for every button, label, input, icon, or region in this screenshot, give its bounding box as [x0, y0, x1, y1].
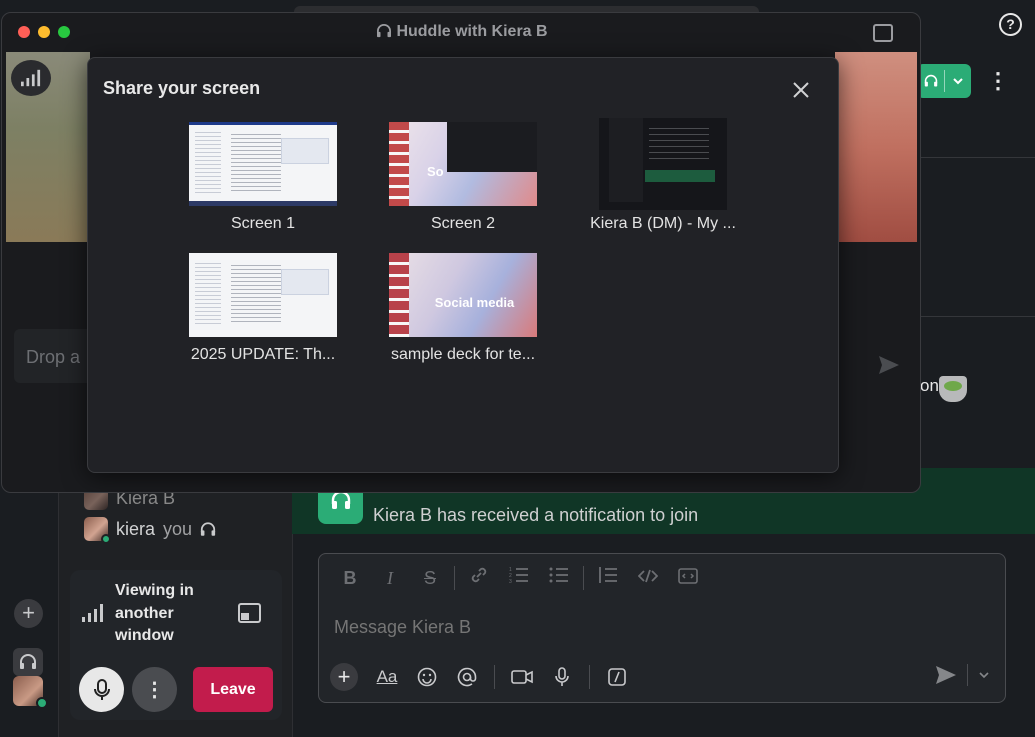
- window-thumbnail: Social media: [389, 253, 537, 337]
- source-label: Kiera B (DM) - My ...: [590, 215, 736, 232]
- avatar: [84, 517, 111, 544]
- notification-text: Kiera B has received a notification to j…: [373, 505, 699, 525]
- huddle-button[interactable]: [917, 64, 971, 98]
- picture-in-picture-icon[interactable]: [238, 603, 261, 623]
- huddle-window-title: Huddle with Kiera B: [2, 13, 920, 51]
- code-icon[interactable]: [628, 565, 668, 591]
- attach-plus-icon[interactable]: +: [330, 663, 358, 691]
- huddle-status-text: Viewing in another window: [115, 582, 194, 644]
- huddle-window: Huddle with Kiera B Drop a Share your sc…: [1, 12, 921, 493]
- divider: [920, 316, 1035, 317]
- window-thumbnail: [599, 118, 727, 210]
- mic-button[interactable]: [79, 667, 124, 712]
- participant-name: kiera: [116, 518, 156, 539]
- video-clip-icon[interactable]: [503, 663, 541, 691]
- share-source-doc-window[interactable]: 2025 UPDATE: Th...: [173, 253, 353, 364]
- share-source-deck-window[interactable]: Social media sample deck for te...: [373, 253, 553, 364]
- slash-command-icon[interactable]: [598, 663, 636, 691]
- send-icon[interactable]: [878, 355, 900, 375]
- italic-button[interactable]: I: [370, 565, 410, 591]
- message-input[interactable]: [334, 617, 934, 638]
- message-fragment: on: [920, 376, 939, 395]
- source-label: sample deck for te...: [390, 346, 536, 363]
- composer-actions: + Aa: [330, 663, 636, 691]
- source-label: Screen 1: [230, 215, 296, 232]
- bold-button[interactable]: B: [330, 565, 370, 591]
- chevron-down-icon[interactable]: [978, 670, 990, 680]
- close-icon[interactable]: [789, 78, 813, 102]
- emoji-icon[interactable]: [408, 663, 446, 691]
- you-label: you: [163, 518, 193, 539]
- help-icon[interactable]: ?: [999, 13, 1022, 36]
- drop-hint-text: Drop a: [26, 347, 81, 367]
- audio-clip-icon[interactable]: [543, 663, 581, 691]
- microphone-icon: [93, 678, 110, 700]
- headphones-icon: [377, 24, 392, 38]
- connection-quality-icon: [11, 60, 51, 96]
- source-label: 2025 UPDATE: Th...: [190, 346, 336, 363]
- participant-row[interactable]: kiera you: [70, 515, 282, 544]
- video-tile: [835, 52, 917, 242]
- share-source-dm-window[interactable]: Kiera B (DM) - My ...: [573, 118, 753, 233]
- headphones-icon[interactable]: [13, 648, 43, 676]
- screen-thumbnail: So: [389, 122, 537, 206]
- send-icon[interactable]: [935, 665, 957, 685]
- add-workspace-icon[interactable]: +: [14, 599, 43, 628]
- dialog-title: Share your screen: [103, 78, 261, 98]
- code-block-icon[interactable]: [668, 565, 708, 591]
- svg-text:3: 3: [509, 579, 512, 584]
- share-source-screen-2[interactable]: So Screen 2: [373, 122, 553, 233]
- bulleted-list-icon[interactable]: [539, 565, 579, 591]
- expand-icon[interactable]: [873, 24, 893, 42]
- share-source-screen-1[interactable]: Screen 1: [173, 122, 353, 233]
- blockquote-icon[interactable]: [588, 565, 628, 591]
- link-icon[interactable]: [459, 565, 499, 591]
- leave-button[interactable]: Leave: [193, 667, 273, 712]
- mention-icon[interactable]: [448, 663, 486, 691]
- share-screen-dialog: Share your screen Screen 1 So Screen 2 K…: [87, 57, 839, 473]
- source-label: Screen 2: [430, 215, 496, 232]
- more-options-icon[interactable]: ⋮: [986, 66, 1010, 96]
- send-controls: [935, 664, 990, 686]
- presence-dot: [36, 697, 48, 709]
- signal-strength-icon: [82, 604, 103, 622]
- ordered-list-icon[interactable]: 123: [499, 565, 539, 591]
- window-thumbnail: [189, 253, 337, 337]
- text-format-button[interactable]: Aa: [368, 663, 406, 691]
- formatting-toolbar: B I S 123: [330, 565, 708, 591]
- strikethrough-button[interactable]: S: [410, 565, 450, 591]
- huddle-more-button[interactable]: ⋮: [132, 667, 177, 712]
- chevron-down-icon: [953, 78, 963, 85]
- headphones-icon: [200, 521, 216, 536]
- screen-thumbnail: [189, 122, 337, 206]
- tea-emoji-icon: [939, 376, 967, 402]
- divider: [920, 157, 1035, 158]
- headphones-icon: [924, 74, 938, 87]
